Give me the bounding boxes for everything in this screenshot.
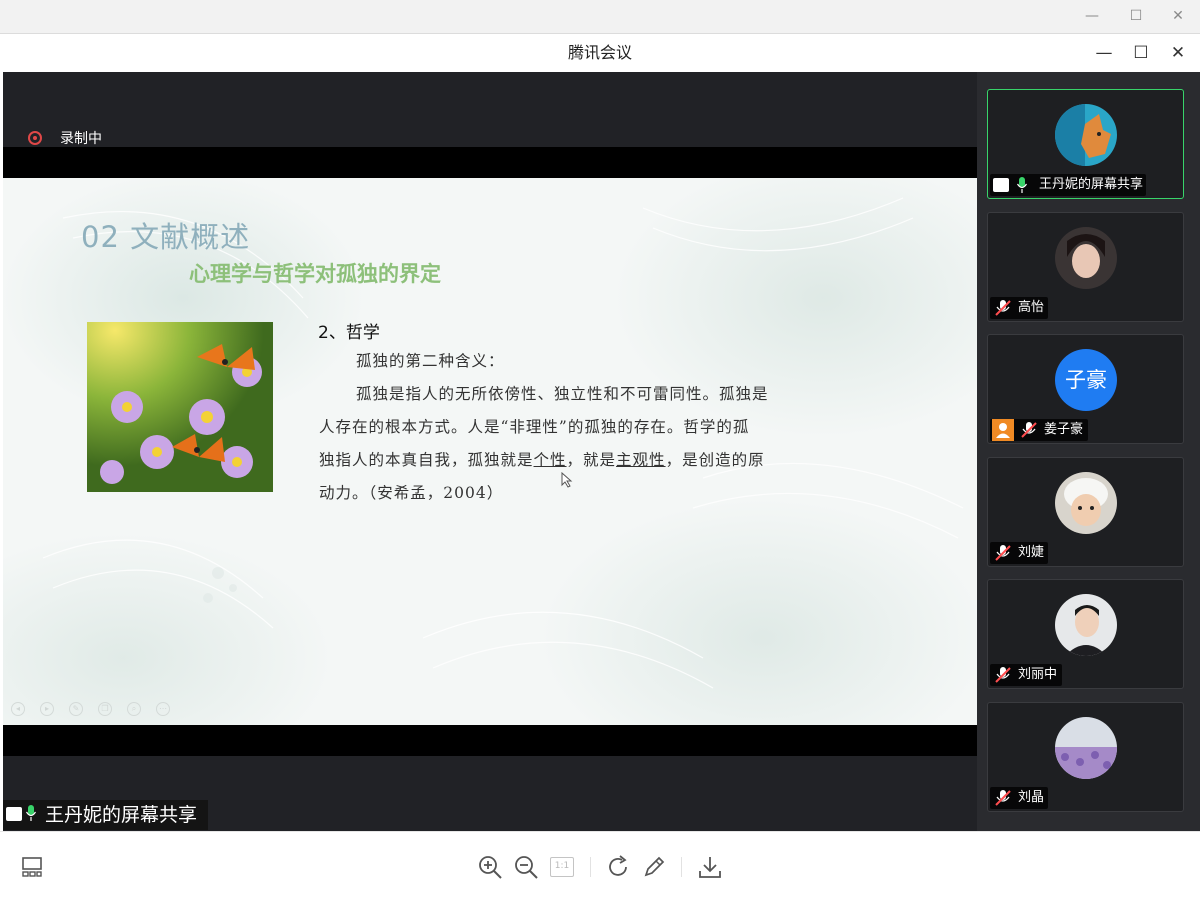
- outer-close-button[interactable]: ✕: [1167, 6, 1189, 26]
- letterbox-top: [3, 147, 977, 178]
- presentation-slide: 02 文献概述 心理学与哲学对孤独的界定 2、哲学 孤独的第二种含义： 孤独是指…: [3, 178, 977, 725]
- girl-photo: [1055, 227, 1117, 289]
- underlined-term-2: 主观性: [616, 451, 666, 469]
- slide-more-icon[interactable]: ⋯: [156, 702, 170, 716]
- recording-label: 录制中: [60, 131, 102, 147]
- slide-line-5: 动力。（安希孟，2004）: [319, 484, 504, 502]
- minimize-button[interactable]: —: [1093, 43, 1115, 63]
- participant-tile[interactable]: 王丹妮的屏幕共享: [987, 89, 1184, 199]
- bottom-toolbar: 1:1: [0, 831, 1200, 908]
- mic-on-icon: [1017, 177, 1027, 193]
- slide-line-2: 孤独是指人的无所依傍性、独立性和不可雷同性。孤独是: [356, 385, 769, 403]
- participant-tile[interactable]: 刘丽中: [987, 579, 1184, 689]
- avatar-initials: 子豪: [1065, 368, 1107, 392]
- screen-share-icon: [993, 178, 1009, 192]
- zoom-in-icon[interactable]: [477, 854, 503, 880]
- maximize-button[interactable]: ☐: [1130, 43, 1152, 63]
- actual-size-button[interactable]: 1:1: [550, 857, 574, 877]
- mic-muted-icon: [1021, 422, 1037, 438]
- outer-window-bar: [0, 0, 1200, 34]
- participant-name-tag: 姜子豪: [990, 419, 1088, 441]
- record-icon: [28, 131, 42, 145]
- slide-line-4-b: ，就是: [566, 451, 617, 469]
- participant-tile[interactable]: 子豪 姜子豪: [987, 334, 1184, 444]
- participant-name: 刘丽中: [1018, 667, 1058, 682]
- participant-tile[interactable]: 高怡: [987, 212, 1184, 322]
- slide-line-4-c: ，是创造的原: [665, 451, 765, 469]
- toolbar-divider: [681, 857, 682, 877]
- slide-line-3: 人存在的根本方式。人是“非理性”的孤独的存在。哲学的孤: [319, 418, 750, 436]
- slide-subheading: 心理学与哲学对孤独的界定: [189, 262, 441, 286]
- participant-name-tag: 王丹妮的屏幕共享: [990, 174, 1146, 196]
- mouse-cursor-icon: [561, 472, 573, 488]
- participant-name-tag: 刘婕: [990, 542, 1048, 564]
- slide-line-1: 孤独的第二种含义：: [356, 352, 505, 370]
- title-bar: 腾讯会议 — ☐ ✕: [0, 34, 1200, 72]
- participant-name: 高怡: [1018, 300, 1045, 315]
- participant-panel: 王丹妮的屏幕共享 高怡 子豪 姜子豪 刘婕 刘丽中 刘晶: [977, 72, 1200, 831]
- screen-share-icon: [6, 807, 22, 821]
- fox-photo: [1055, 104, 1117, 166]
- participant-name: 王丹妮的屏幕共享: [1039, 177, 1144, 192]
- slide-prev-icon[interactable]: ◂: [11, 702, 25, 716]
- share-name-label: 王丹妮的屏幕共享: [3, 800, 208, 830]
- participant-tile[interactable]: 刘婕: [987, 457, 1184, 567]
- mic-on-icon: [26, 805, 36, 821]
- close-button[interactable]: ✕: [1167, 43, 1189, 63]
- avatar: 子豪: [1055, 349, 1117, 411]
- letterbox-bottom: [3, 725, 977, 756]
- mic-muted-icon: [995, 300, 1011, 316]
- window-title: 腾讯会议: [567, 43, 632, 62]
- participant-name-tag: 刘晶: [990, 787, 1048, 809]
- man-photo: [1055, 594, 1117, 656]
- mic-muted-icon: [995, 790, 1011, 806]
- participant-name-tag: 高怡: [990, 297, 1048, 319]
- butterfly-flowers-photo: [87, 322, 273, 492]
- zoom-out-icon[interactable]: [513, 854, 539, 880]
- slide-next-icon[interactable]: ▸: [40, 702, 54, 716]
- download-icon[interactable]: [697, 854, 723, 880]
- underlined-term-1: 个性: [533, 451, 567, 469]
- screen-share-view[interactable]: 录制中 02 文献概述 心理学与哲学对孤独的界定 2、哲学 孤独的第二种含义： …: [3, 72, 977, 831]
- mic-muted-icon: [995, 667, 1011, 683]
- mic-muted-icon: [995, 545, 1011, 561]
- participant-name: 刘晶: [1018, 790, 1045, 805]
- participant-name-tag: 刘丽中: [990, 664, 1062, 686]
- toolbar-divider: [590, 857, 591, 877]
- slide-heading: 02 文献概述: [81, 220, 251, 254]
- participant-tile[interactable]: 刘晶: [987, 702, 1184, 812]
- layout-icon[interactable]: [19, 854, 45, 880]
- slide-line-4: 独指人的本真自我，孤独就是个性，就是主观性，是创造的原: [319, 448, 765, 470]
- slide-copy-icon[interactable]: ❐: [98, 702, 112, 716]
- participant-name: 姜子豪: [1044, 422, 1084, 437]
- share-name-text: 王丹妮的屏幕共享: [45, 804, 198, 826]
- section-title: 2、哲学: [318, 323, 380, 343]
- baby-photo: [1055, 472, 1117, 534]
- rotate-icon[interactable]: [605, 854, 631, 880]
- host-badge-icon: [992, 419, 1014, 441]
- participant-name: 刘婕: [1018, 545, 1045, 560]
- slide-zoom-icon[interactable]: ⌕: [127, 702, 141, 716]
- slide-pen-icon[interactable]: ✎: [69, 702, 83, 716]
- lavender-photo: [1055, 717, 1117, 779]
- pencil-icon[interactable]: [641, 854, 667, 880]
- outer-minimize-button[interactable]: —: [1081, 6, 1103, 26]
- slide-line-4-a: 独指人的本真自我，孤独就是: [319, 451, 534, 469]
- outer-maximize-button[interactable]: ☐: [1125, 6, 1147, 26]
